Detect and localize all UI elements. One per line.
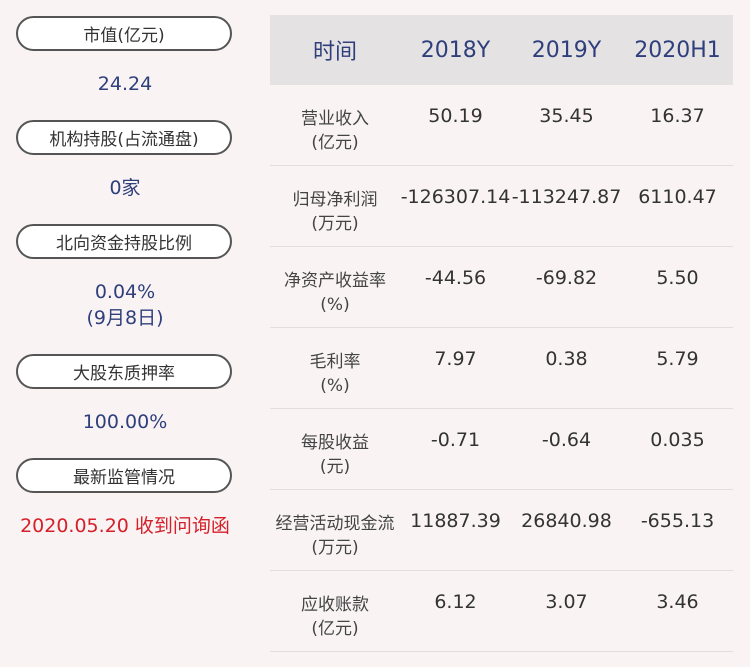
cell-value: 6110.47 [638,186,717,208]
row-label: 经营活动现金流 (万元) [270,490,400,570]
cell-value: 3.07 [545,591,588,613]
row-label-text: 每股收益 [301,433,369,453]
cell-value: 3.46 [656,591,699,613]
header-2018y: 2018Y [420,37,491,63]
table-row: 营业收入 (亿元) 50.19 35.45 16.37 [270,85,733,166]
table-header: 时间 2018Y 2019Y 2020H1 [270,15,733,85]
header-2020h1: 2020H1 [634,37,721,63]
cell-value: -0.71 [430,429,481,451]
regulation-value: 2020.05.20 收到问询函 [20,515,230,537]
row-label: 每股收益 (元) [270,409,400,489]
cell-value: -126307.14 [400,186,511,208]
institution-holding-label: 机构持股(占流通盘) [16,120,232,155]
row-label-unit: (万元) [311,538,359,558]
northbound-ratio-label: 北向资金持股比例 [16,224,232,259]
cell-value: 16.37 [650,105,705,127]
cell-value: 5.50 [656,267,699,289]
table-row: 每股收益 (元) -0.71 -0.64 0.035 [270,409,733,490]
table-row: 归母净利润 (万元) -126307.14 -113247.87 6110.47 [270,166,733,247]
market-cap-label: 市值(亿元) [16,16,232,51]
row-label: 净资产收益率 (%) [270,247,400,327]
row-label: 毛利率 (%) [270,328,400,408]
cell-value: -69.82 [535,267,598,289]
cell-value: 11887.39 [410,510,501,532]
row-label-unit: (万元) [311,214,359,234]
cell-value: -113247.87 [511,186,622,208]
cell-value: -655.13 [640,510,715,532]
institution-holding-value: 0家 [109,177,141,199]
cell-value: 50.19 [428,105,483,127]
cell-value: -0.64 [541,429,592,451]
cell-value: -44.56 [424,267,487,289]
cell-value: 0.38 [545,348,588,370]
cell-value: 0.035 [650,429,705,451]
northbound-ratio-date: (9月8日) [86,307,164,329]
cell-value: 26840.98 [521,510,612,532]
financial-table: 时间 2018Y 2019Y 2020H1 营业收入 (亿元) 50.19 35… [270,15,733,652]
row-label: 应收账款 (亿元) [270,571,400,651]
pledge-rate-value: 100.00% [82,411,168,433]
row-label-unit: (亿元) [311,133,359,153]
row-label: 归母净利润 (万元) [270,166,400,246]
row-label-text: 毛利率 [309,352,361,372]
row-label-unit: (亿元) [311,619,359,639]
header-2019y: 2019Y [531,37,602,63]
market-cap-value: 24.24 [97,73,153,95]
pledge-rate-label: 大股东质押率 [16,354,232,389]
row-label-unit: (元) [319,457,351,477]
row-label: 营业收入 (亿元) [270,85,400,165]
cell-value: 35.45 [539,105,594,127]
table-row: 净资产收益率 (%) -44.56 -69.82 5.50 [270,247,733,328]
table-row: 应收账款 (亿元) 6.12 3.07 3.46 [270,571,733,652]
northbound-ratio-value: 0.04% [94,281,156,303]
cell-value: 7.97 [434,348,477,370]
row-label-text: 净资产收益率 [284,271,386,291]
row-label-unit: (%) [320,295,350,315]
cell-value: 5.79 [656,348,699,370]
row-label-text: 归母净利润 [292,190,378,210]
cell-value: 6.12 [434,591,477,613]
row-label-text: 应收账款 [301,595,369,615]
row-label-text: 营业收入 [301,109,369,129]
left-panel: 市值(亿元) 24.24 机构持股(占流通盘) 0家 北向资金持股比例 0.04… [0,0,250,667]
regulation-label: 最新监管情况 [16,458,232,493]
table-row: 毛利率 (%) 7.97 0.38 5.79 [270,328,733,409]
row-label-unit: (%) [320,376,350,396]
row-label-text: 经营活动现金流 [275,514,395,534]
table-row: 经营活动现金流 (万元) 11887.39 26840.98 -655.13 [270,490,733,571]
header-time: 时间 [312,40,357,65]
